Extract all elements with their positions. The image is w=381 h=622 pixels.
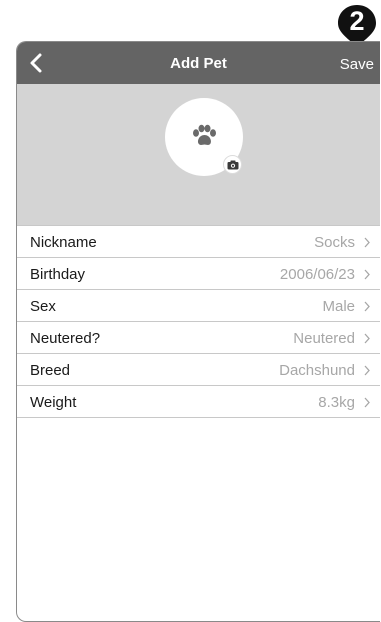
weight-row[interactable]: Weight 8.3kg bbox=[17, 386, 380, 418]
chevron-right-icon bbox=[364, 269, 370, 280]
save-button[interactable]: Save bbox=[340, 56, 374, 73]
nickname-row[interactable]: Nickname Socks bbox=[17, 225, 380, 258]
nickname-label: Nickname bbox=[30, 234, 97, 251]
pet-avatar[interactable] bbox=[165, 98, 243, 176]
sex-row[interactable]: Sex Male bbox=[17, 290, 380, 322]
phone-screen: Add Pet Save Nickname Socks Birthday 200… bbox=[16, 41, 380, 622]
chevron-right-icon bbox=[364, 333, 370, 344]
chevron-right-icon bbox=[364, 365, 370, 376]
chevron-right-icon bbox=[364, 397, 370, 408]
page-title: Add Pet bbox=[170, 55, 227, 72]
camera-icon bbox=[227, 160, 239, 170]
nickname-value: Socks bbox=[314, 234, 355, 251]
navigation-bar: Add Pet Save bbox=[17, 42, 380, 84]
neutered-label: Neutered? bbox=[30, 330, 101, 347]
weight-label: Weight bbox=[30, 394, 77, 411]
weight-value: 8.3kg bbox=[318, 394, 355, 411]
breed-label: Breed bbox=[30, 362, 71, 379]
step-number: 2 bbox=[349, 6, 365, 36]
neutered-value: Neutered bbox=[293, 330, 355, 347]
sex-value: Male bbox=[322, 298, 355, 315]
birthday-row[interactable]: Birthday 2006/06/23 bbox=[17, 258, 380, 290]
breed-row[interactable]: Breed Dachshund bbox=[17, 354, 380, 386]
birthday-label: Birthday bbox=[30, 266, 86, 283]
chevron-right-icon bbox=[364, 237, 370, 248]
sex-label: Sex bbox=[30, 298, 56, 315]
birthday-value: 2006/06/23 bbox=[279, 266, 355, 283]
chevron-right-icon bbox=[364, 301, 370, 312]
pet-details-list: Nickname Socks Birthday 2006/06/23 Sex M… bbox=[17, 225, 380, 418]
neutered-row[interactable]: Neutered? Neutered bbox=[17, 322, 380, 354]
change-photo-button[interactable] bbox=[223, 155, 242, 174]
paw-icon bbox=[193, 124, 216, 145]
breed-value: Dachshund bbox=[279, 362, 355, 379]
